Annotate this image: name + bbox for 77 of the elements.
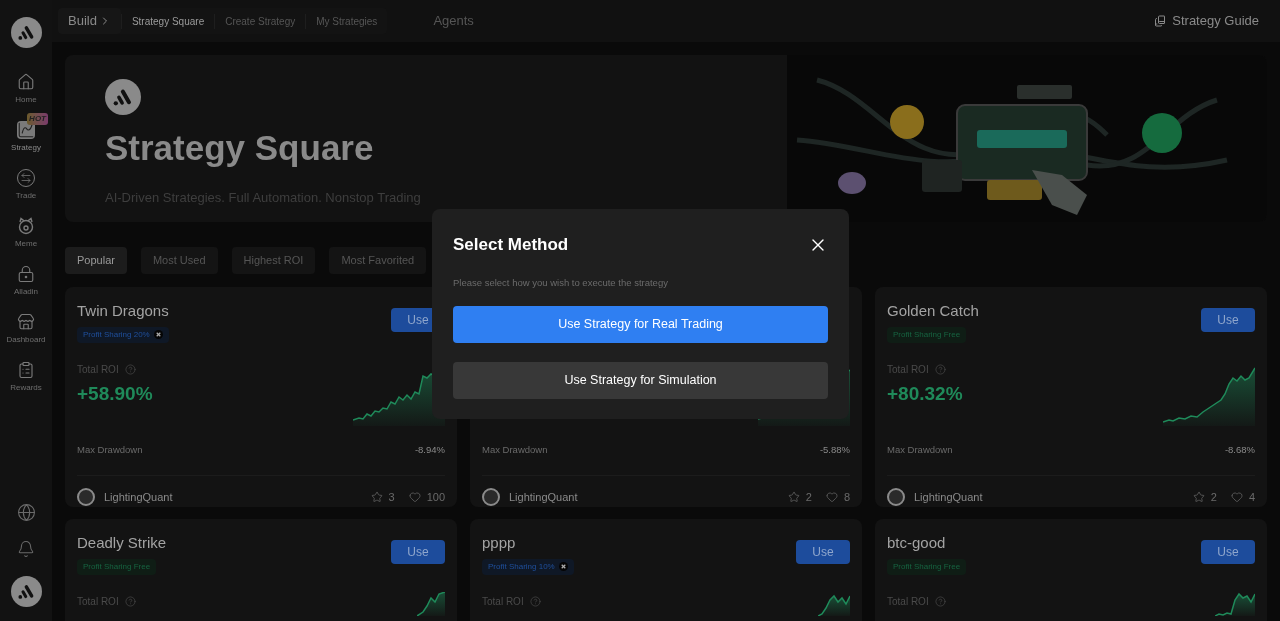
strategy-title: pppp (482, 533, 517, 553)
store-icon (17, 313, 35, 331)
strategy-guide-link[interactable]: Strategy Guide (1154, 11, 1259, 31)
avatar-icon (482, 488, 500, 507)
like-count: 100 (426, 490, 445, 505)
star-count: 3 (388, 490, 395, 505)
method-button[interactable]: Use Strategy for Real Trading (453, 305, 828, 343)
sidebar-item[interactable]: Trade (1, 169, 51, 202)
drawdown-value: -8.68% (1224, 443, 1255, 457)
strategy-title: btc-good (887, 533, 947, 553)
star-icon[interactable] (370, 491, 383, 504)
logo-mark-icon (153, 330, 163, 339)
strategy-title: Twin Dragons (77, 301, 169, 321)
profile-avatar-icon (10, 576, 42, 607)
star-icon[interactable] (787, 491, 800, 504)
dialog-subtitle: Please select how you wish to execute the strategy (453, 275, 669, 290)
roi-value: +80.32% (887, 382, 963, 406)
star-count: 2 (1210, 490, 1217, 505)
method-button[interactable]: Use Strategy for Simulation (453, 361, 828, 399)
filter-tab[interactable]: Popular (65, 247, 127, 274)
sidebar-item[interactable]: Home (1, 73, 51, 106)
star-count: 2 (805, 490, 812, 505)
heart-icon[interactable] (408, 491, 421, 504)
filter-tab[interactable]: Highest ROI (231, 247, 316, 274)
drawdown-value: -5.88% (819, 443, 850, 457)
logo-icon (105, 79, 141, 115)
home-icon (17, 73, 35, 91)
heart-icon[interactable] (825, 491, 838, 504)
dialog-title: Select Method (453, 234, 569, 256)
drawdown-label: Max Drawdown (887, 443, 953, 457)
strategy-title: Deadly Strike (77, 533, 167, 553)
sidebar-item[interactable]: Dashboard (1, 313, 51, 346)
help-icon (529, 596, 541, 607)
author-name: LightingQuant (914, 490, 983, 505)
heart-icon[interactable] (1230, 491, 1243, 504)
roi-value: +58.90% (77, 382, 153, 406)
use-button[interactable]: Use (796, 540, 850, 564)
nav-tab[interactable]: My Strategies (305, 13, 388, 29)
nav-tab[interactable]: Create Strategy (214, 13, 306, 29)
filter-tab[interactable]: Most Favorited (329, 247, 427, 274)
profit-sharing-tag: Profit Sharing 10% (482, 558, 574, 575)
help-icon (124, 364, 136, 375)
lock-icon (17, 265, 35, 283)
clipboard-icon (17, 361, 35, 379)
logo-mark-icon (558, 562, 568, 571)
filter-tab[interactable]: Most Used (140, 247, 218, 274)
cat-face-icon (17, 217, 35, 235)
star-icon[interactable] (1192, 491, 1205, 504)
avatar-icon (887, 488, 905, 507)
drawdown-label: Max Drawdown (482, 443, 548, 457)
help-icon (934, 596, 946, 607)
help-icon (124, 596, 136, 607)
like-count: 8 (843, 490, 850, 505)
globe-icon[interactable] (16, 503, 36, 522)
profit-sharing-tag: Profit Sharing 20% (77, 326, 169, 343)
chart-icon (17, 121, 35, 139)
avatar-icon (77, 488, 95, 507)
use-button[interactable]: Use (1201, 540, 1255, 564)
help-icon (934, 364, 946, 375)
sidebar-item[interactable]: Meme (1, 217, 51, 250)
sidebar-item[interactable]: Rewards (1, 361, 51, 394)
hero-title: Strategy Square (105, 130, 375, 165)
author-name: LightingQuant (104, 490, 173, 505)
nav-tab[interactable]: Strategy Square (120, 13, 215, 29)
author-name: LightingQuant (509, 490, 578, 505)
bell-icon[interactable] (17, 540, 35, 558)
agents-link[interactable]: Agents (433, 11, 474, 31)
logo-icon (10, 17, 42, 48)
drawdown-value: -8.94% (414, 443, 445, 457)
like-count: 4 (1248, 490, 1255, 505)
use-button[interactable]: Use (1201, 308, 1255, 332)
sidebar-item[interactable]: Alladin (1, 265, 51, 298)
drawdown-label: Max Drawdown (77, 443, 143, 457)
guide-icon (1154, 15, 1167, 27)
use-button[interactable]: Use (391, 540, 445, 564)
hot-badge: HOT (27, 113, 48, 125)
strategy-title: Golden Catch (887, 301, 979, 321)
